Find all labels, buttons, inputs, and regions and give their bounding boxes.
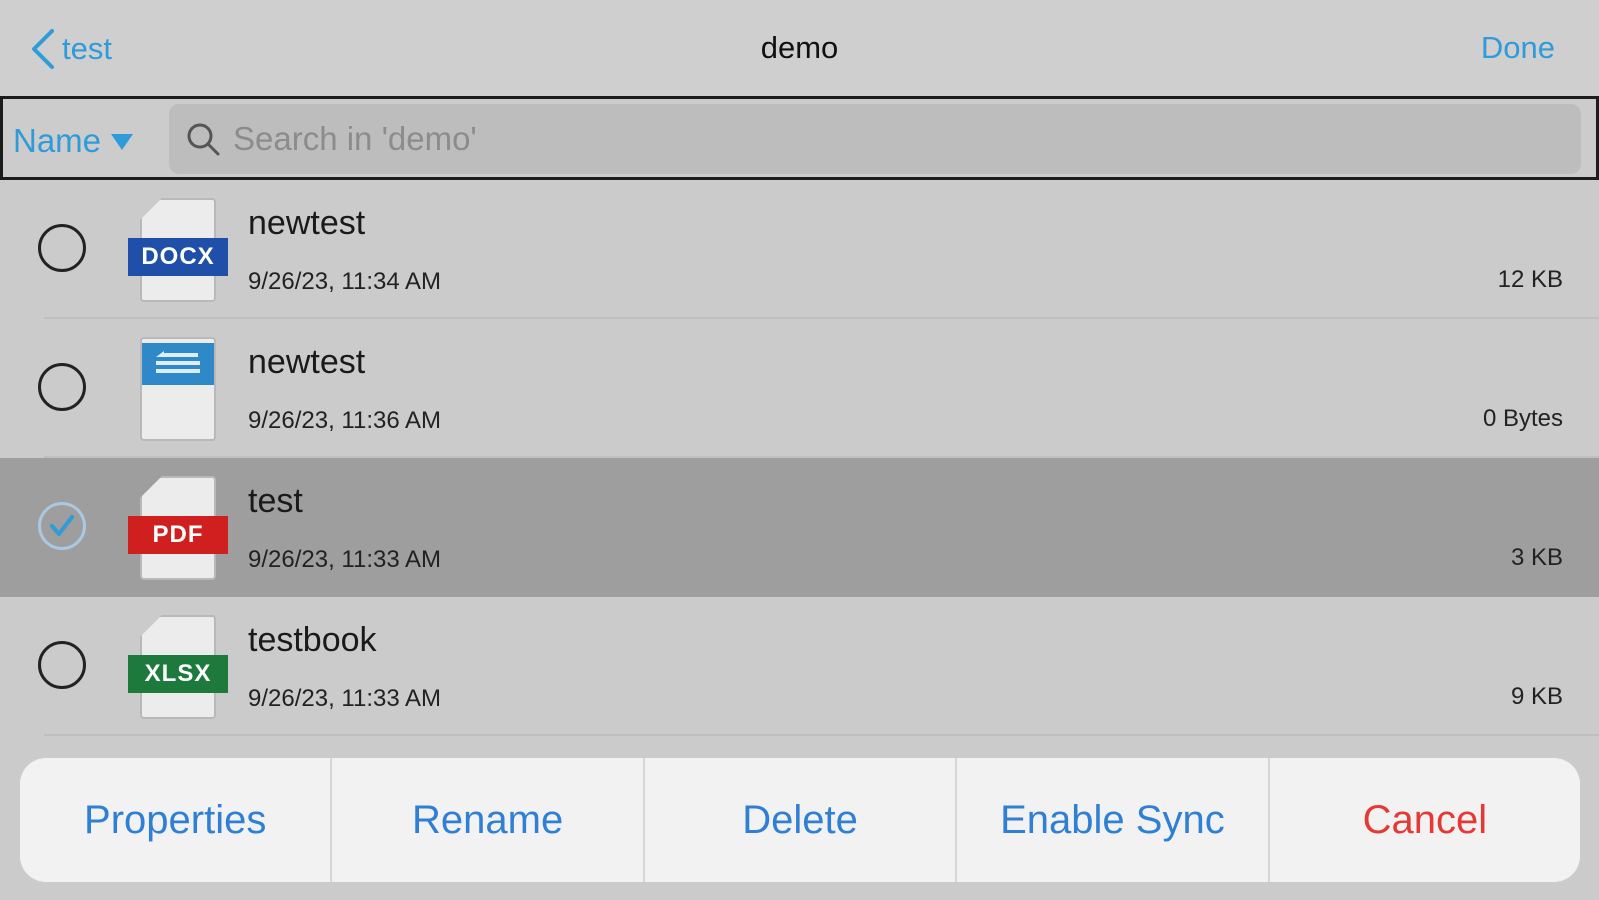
pdf-badge: PDF	[128, 516, 228, 554]
select-radio[interactable]	[38, 641, 86, 689]
docx-file-icon: DOCX	[128, 198, 228, 302]
file-name: newtest	[248, 343, 366, 381]
search-icon	[187, 123, 220, 156]
delete-button[interactable]: Delete	[645, 758, 958, 882]
file-size: 12 KB	[1497, 266, 1563, 293]
file-row-testbook-xlsx[interactable]: XLSX testbook 9/26/23, 11:33 AM 9 KB	[0, 597, 1599, 736]
file-name: test	[248, 482, 303, 520]
select-radio[interactable]	[38, 363, 86, 411]
properties-button[interactable]: Properties	[20, 758, 333, 882]
done-button[interactable]: Done	[1481, 30, 1555, 66]
file-date: 9/26/23, 11:33 AM	[248, 685, 442, 712]
page-title: demo	[760, 30, 839, 65]
file-name: testbook	[248, 621, 377, 659]
search-toolbar: Name	[0, 96, 1599, 180]
triangle-down-icon	[111, 134, 134, 150]
file-row-test-pdf[interactable]: PDF test 9/26/23, 11:33 AM 3 KB	[0, 458, 1599, 597]
file-row-newtest-doc[interactable]: newtest 9/26/23, 11:36 AM 0 Bytes	[0, 319, 1599, 458]
select-radio-checked[interactable]	[38, 502, 86, 550]
document-preview-icon	[142, 343, 214, 385]
select-radio[interactable]	[38, 224, 86, 272]
cancel-button[interactable]: Cancel	[1270, 758, 1580, 882]
row-divider	[44, 734, 1599, 736]
rename-button[interactable]: Rename	[332, 758, 645, 882]
file-size: 3 KB	[1510, 544, 1563, 571]
pdf-file-icon: PDF	[128, 476, 228, 580]
action-sheet: Properties Rename Delete Enable Sync Can…	[20, 758, 1580, 882]
sort-dropdown[interactable]: Name	[13, 119, 134, 163]
file-row-newtest-docx[interactable]: DOCX newtest 9/26/23, 11:34 AM 12 KB	[0, 180, 1599, 319]
xlsx-badge: XLSX	[128, 655, 228, 693]
file-size: 9 KB	[1510, 683, 1563, 710]
document-file-icon	[128, 337, 228, 441]
search-field[interactable]	[169, 104, 1581, 174]
navigation-bar: test demo Done	[0, 0, 1599, 96]
file-list: DOCX newtest 9/26/23, 11:34 AM 12 KB new…	[0, 180, 1599, 736]
search-input[interactable]	[233, 120, 1533, 158]
sort-label: Name	[13, 122, 102, 159]
file-size: 0 Bytes	[1482, 405, 1563, 432]
file-date: 9/26/23, 11:34 AM	[248, 268, 442, 295]
file-date: 9/26/23, 11:36 AM	[248, 407, 442, 434]
file-name: newtest	[248, 204, 366, 242]
checkmark-icon	[50, 515, 74, 536]
file-date: 9/26/23, 11:33 AM	[248, 546, 442, 573]
enable-sync-button[interactable]: Enable Sync	[957, 758, 1270, 882]
docx-badge: DOCX	[128, 238, 228, 276]
xlsx-file-icon: XLSX	[128, 615, 228, 719]
